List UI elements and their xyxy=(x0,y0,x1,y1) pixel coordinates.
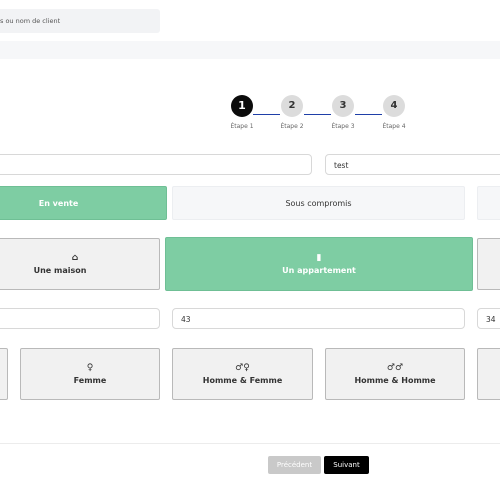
step-number: 1 xyxy=(231,95,253,117)
step-number: 2 xyxy=(281,95,303,117)
step-number: 4 xyxy=(383,95,405,117)
step-label: Étape 1 xyxy=(230,123,254,130)
number-field-2[interactable]: 43 xyxy=(172,308,465,329)
status-option-sous-compromis[interactable]: Sous compromis xyxy=(172,186,465,220)
option-label: Homme & Homme xyxy=(354,376,436,385)
text-field-right[interactable]: test xyxy=(325,154,500,175)
step-4[interactable]: 4 Étape 4 xyxy=(374,95,414,130)
sub-bar xyxy=(0,41,500,59)
occupant-option-homme-homme[interactable]: ♂♂ Homme & Homme xyxy=(325,348,465,400)
number-field-3[interactable]: 34 xyxy=(477,308,500,329)
top-bar: s ou nom de client xyxy=(0,0,500,40)
step-2[interactable]: 2 Étape 2 xyxy=(272,95,312,130)
woman-icon: ♀ xyxy=(86,363,94,373)
occupant-option-0[interactable] xyxy=(0,348,8,400)
option-label: Sous compromis xyxy=(285,198,352,208)
status-option-en-vente[interactable]: En vente xyxy=(0,186,167,220)
previous-button[interactable]: Précédent xyxy=(268,456,321,474)
text-field-left[interactable] xyxy=(0,154,312,175)
status-option-3[interactable] xyxy=(477,186,500,220)
type-option-3[interactable] xyxy=(477,238,500,290)
occupant-option-4[interactable] xyxy=(477,348,500,400)
option-label: Un appartement xyxy=(282,266,356,275)
man-man-icon: ♂♂ xyxy=(386,363,404,373)
man-woman-icon: ♂♀ xyxy=(235,363,250,373)
option-label: Homme & Femme xyxy=(202,376,283,385)
number-field-1[interactable] xyxy=(0,308,160,329)
search-input[interactable]: s ou nom de client xyxy=(0,9,160,33)
step-1[interactable]: 1 Étape 1 xyxy=(222,95,262,130)
step-3[interactable]: 3 Étape 3 xyxy=(323,95,363,130)
option-label: Une maison xyxy=(33,266,87,275)
option-label: Femme xyxy=(73,376,107,385)
occupant-option-femme[interactable]: ♀ Femme xyxy=(20,348,160,400)
step-label: Étape 2 xyxy=(280,123,304,130)
type-option-appartement[interactable]: ▮ Un appartement xyxy=(165,237,473,291)
occupant-option-homme-femme[interactable]: ♂♀ Homme & Femme xyxy=(172,348,313,400)
step-label: Étape 3 xyxy=(331,123,355,130)
building-icon: ▮ xyxy=(316,253,322,263)
type-option-maison[interactable]: ⌂ Une maison xyxy=(0,238,160,290)
house-icon: ⌂ xyxy=(71,253,79,263)
step-number: 3 xyxy=(332,95,354,117)
step-label: Étape 4 xyxy=(382,123,406,130)
next-button[interactable]: Suivant xyxy=(324,456,369,474)
footer-divider xyxy=(0,443,500,444)
option-label: En vente xyxy=(38,198,79,208)
